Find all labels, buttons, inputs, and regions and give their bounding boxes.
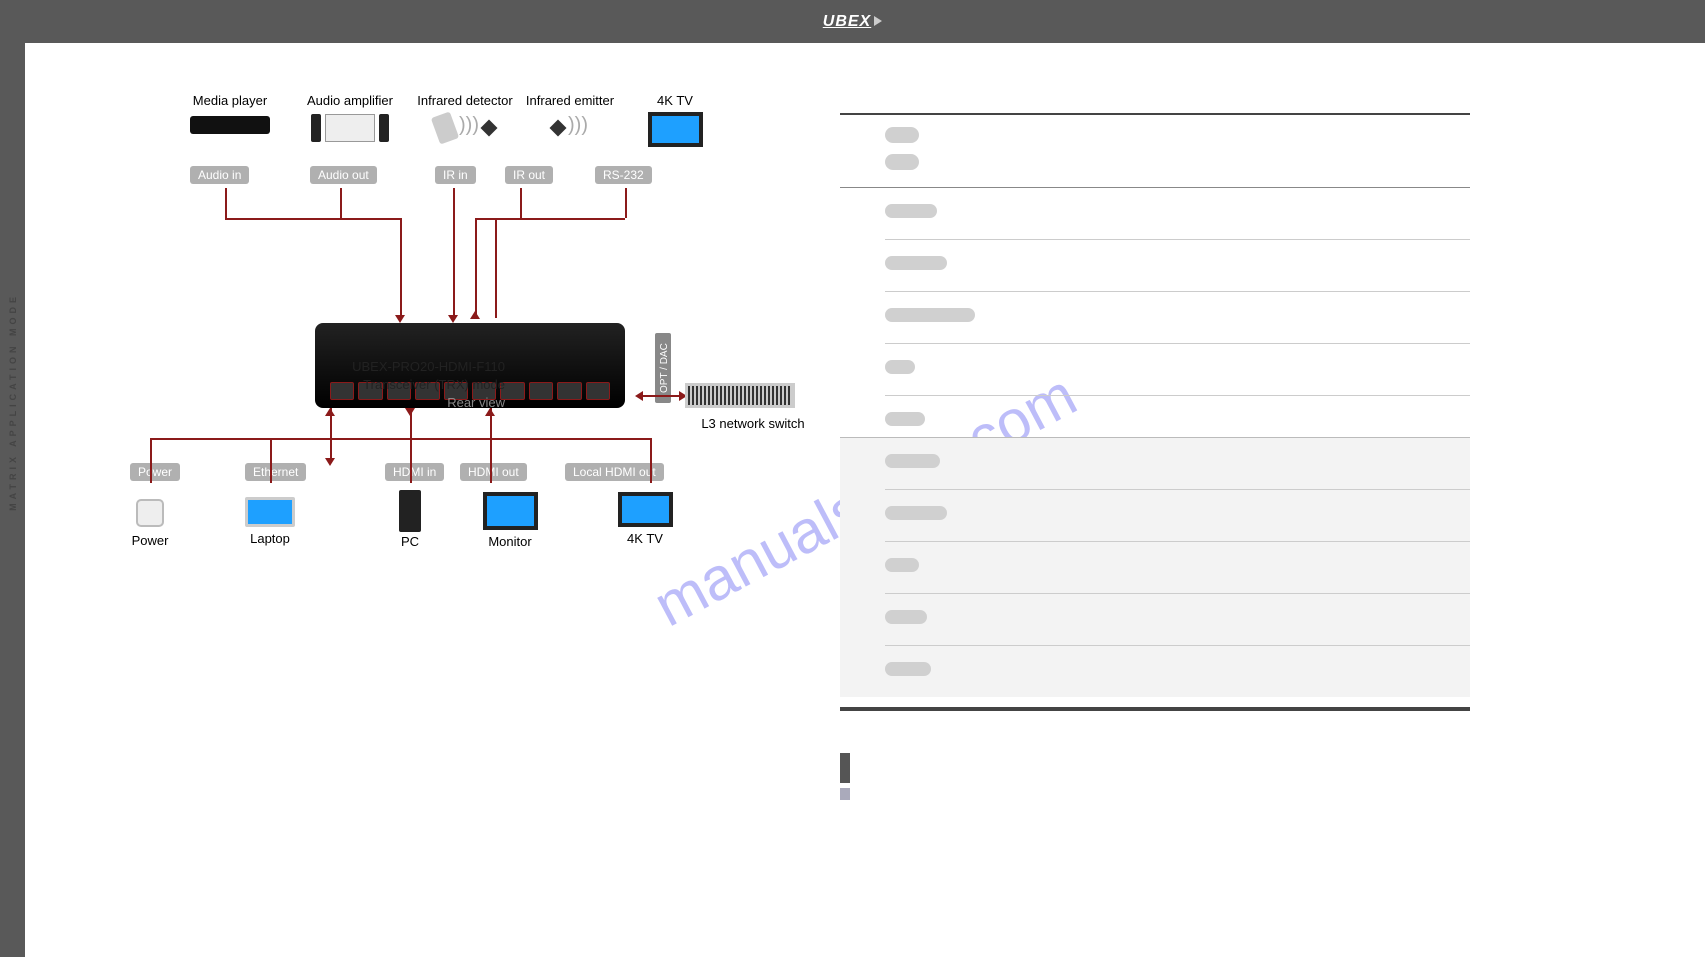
toc-section-grey	[840, 437, 1470, 697]
opt-dac-label: OPT / DAC	[655, 333, 671, 403]
brand-logo: UBEX	[823, 13, 882, 31]
tag-ethernet: Ethernet	[245, 463, 306, 481]
tag-audio-in: Audio in	[190, 166, 249, 184]
laptop-icon	[245, 497, 295, 527]
power-icon	[136, 499, 164, 527]
switch-label: L3 network switch	[683, 416, 823, 431]
bottom-pc: PC	[370, 488, 450, 549]
toc-item-7[interactable]	[840, 490, 1470, 541]
ir-emitter-icon: )))	[515, 114, 625, 137]
label-monitor: Monitor	[465, 534, 555, 549]
header-bar: UBEX	[0, 0, 1705, 43]
indicator-bar-1	[840, 753, 850, 783]
toc-item-2[interactable]	[840, 240, 1470, 291]
network-switch: L3 network switch	[685, 383, 795, 408]
top-ir-detector: Infrared detector )))	[405, 93, 525, 142]
tv-icon-bottom	[618, 492, 673, 527]
tag-hdmi-out: HDMI out	[460, 463, 527, 481]
toc-item-5[interactable]	[840, 396, 1470, 437]
bottom-power: Power	[110, 493, 190, 548]
toc-heading-placeholder	[885, 127, 1470, 175]
side-rotated-text: MATRIX APPLICATION MODE	[8, 293, 18, 511]
tag-audio-out: Audio out	[310, 166, 377, 184]
toc-item-1[interactable]	[840, 188, 1470, 239]
tv-icon-top	[648, 112, 703, 147]
label-laptop: Laptop	[225, 531, 315, 546]
label-4ktv-top: 4K TV	[625, 93, 725, 108]
toc-item-3[interactable]	[840, 292, 1470, 343]
label-pc: PC	[370, 534, 450, 549]
toc-item-10[interactable]	[840, 646, 1470, 697]
toc-item-4[interactable]	[840, 344, 1470, 395]
pc-icon	[399, 490, 421, 532]
left-strip: MATRIX APPLICATION MODE	[0, 43, 25, 957]
toc-item-6[interactable]	[840, 438, 1470, 489]
media-player-icon	[190, 116, 270, 134]
bottom-monitor: Monitor	[465, 488, 555, 549]
tag-hdmi-in: HDMI in	[385, 463, 444, 481]
label-ir-emitter: Infrared emitter	[515, 93, 625, 108]
tag-power: Power	[130, 463, 180, 481]
label-audio-amp: Audio amplifier	[290, 93, 410, 108]
amp-icon	[290, 114, 410, 142]
content-area: Media player Audio amplifier Infrared de…	[25, 43, 1705, 957]
indicator-bar-2	[840, 788, 850, 800]
top-4ktv: 4K TV	[625, 93, 725, 151]
page-body: MATRIX APPLICATION MODE Media player Aud…	[0, 43, 1705, 957]
device-caption: UBEX-PRO20-HDMI-F110 Transceiver (TRX) m…	[352, 358, 505, 413]
top-audio-amp: Audio amplifier	[290, 93, 410, 142]
tag-rs232: RS-232	[595, 166, 652, 184]
ir-detector-icon: )))	[405, 114, 525, 142]
label-media-player: Media player	[170, 93, 290, 108]
label-power: Power	[110, 533, 190, 548]
top-media-player: Media player	[170, 93, 290, 142]
bottom-4ktv: 4K TV	[600, 488, 690, 546]
label-ir-detector: Infrared detector	[405, 93, 525, 108]
top-ir-emitter: Infrared emitter )))	[515, 93, 625, 137]
bottom-laptop: Laptop	[225, 493, 315, 546]
label-4ktv-bottom: 4K TV	[600, 531, 690, 546]
toc-item-8[interactable]	[840, 542, 1470, 593]
toc-panel	[840, 113, 1470, 711]
connection-diagram: Media player Audio amplifier Infrared de…	[95, 63, 825, 573]
tag-ir-in: IR in	[435, 166, 476, 184]
tag-local-hdmi: Local HDMI out	[565, 463, 664, 481]
toc-item-9[interactable]	[840, 594, 1470, 645]
monitor-icon	[483, 492, 538, 530]
tag-ir-out: IR out	[505, 166, 553, 184]
